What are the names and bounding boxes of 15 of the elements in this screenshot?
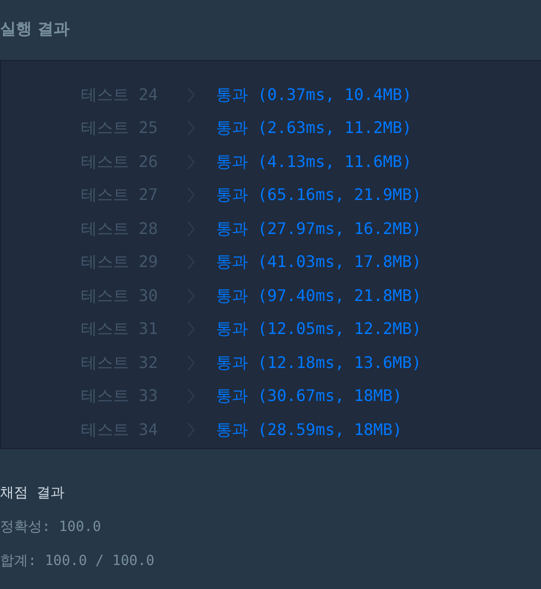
- total-score: 합계: 100.0 / 100.0: [0, 552, 156, 571]
- test-result: 통과 (41.03ms, 17.8MB): [216, 251, 422, 274]
- accuracy-score: 정확성: 100.0: [0, 518, 102, 537]
- test-result: 통과 (27.97ms, 16.2MB): [216, 218, 422, 240]
- header-title: 실행 결과: [0, 18, 70, 40]
- test-result: 통과 (2.63ms, 11.2MB): [216, 117, 412, 140]
- test-result: 통과 (65.16ms, 21.9MB): [216, 184, 422, 206]
- test-result: 통과 (0.37ms, 10.4MB): [216, 84, 412, 106]
- test-result: 통과 (28.59ms, 18MB): [216, 418, 402, 441]
- test-result: 통과 (12.05ms, 12.2MB): [216, 318, 422, 340]
- test-result: 통과 (4.13ms, 11.6MB): [216, 150, 412, 173]
- test-result: 통과 (30.67ms, 18MB): [216, 385, 402, 408]
- summary-title: 채점 결과: [0, 484, 66, 503]
- test-result: 통과 (12.18ms, 13.6MB): [216, 352, 422, 374]
- test-result: 통과 (97.40ms, 21.8MB): [216, 284, 422, 307]
